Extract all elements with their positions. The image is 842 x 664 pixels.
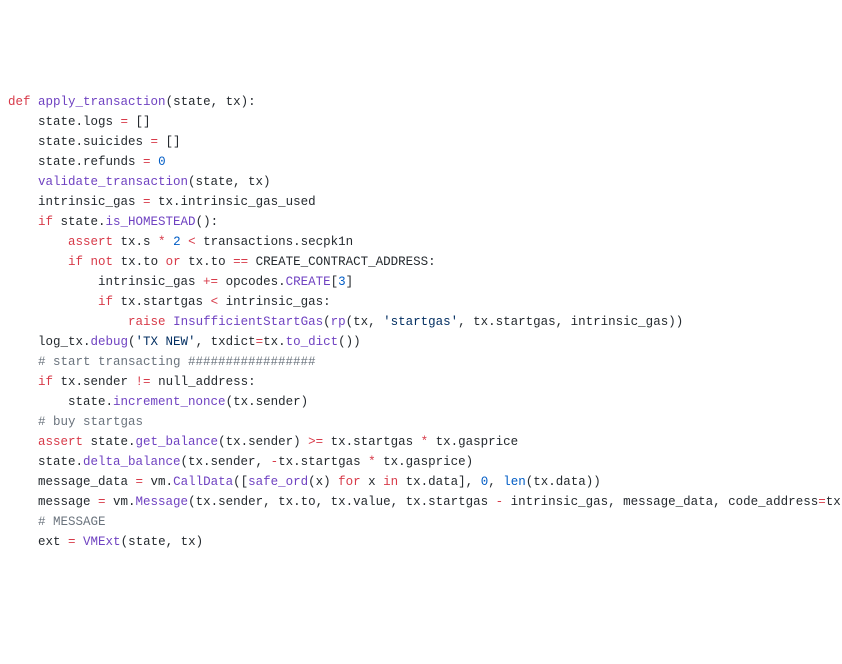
code-line: state.suicides = [] — [8, 132, 834, 152]
code-line: message = vm.Message(tx.sender, tx.to, t… — [8, 492, 834, 512]
code-comment: # start transacting ################# — [8, 352, 834, 372]
code-line: message_data = vm.CallData([safe_ord(x) … — [8, 472, 834, 492]
code-line: state.delta_balance(tx.sender, -tx.start… — [8, 452, 834, 472]
code-line: intrinsic_gas = tx.intrinsic_gas_used — [8, 192, 834, 212]
code-block: def apply_transaction(state, tx): state.… — [8, 92, 834, 552]
keyword-def: def — [8, 95, 31, 109]
code-line: raise InsufficientStartGas(rp(tx, 'start… — [8, 312, 834, 332]
code-line: log_tx.debug('TX NEW', txdict=tx.to_dict… — [8, 332, 834, 352]
code-line: state.increment_nonce(tx.sender) — [8, 392, 834, 412]
code-line: if tx.sender != null_address: — [8, 372, 834, 392]
code-line: validate_transaction(state, tx) — [8, 172, 834, 192]
code-line: assert tx.s * 2 < transactions.secpk1n — [8, 232, 834, 252]
code-line: assert state.get_balance(tx.sender) >= t… — [8, 432, 834, 452]
code-line: state.refunds = 0 — [8, 152, 834, 172]
function-name: apply_transaction — [38, 95, 166, 109]
code-line: if tx.startgas < intrinsic_gas: — [8, 292, 834, 312]
code-comment: # buy startgas — [8, 412, 834, 432]
code-line: if state.is_HOMESTEAD(): — [8, 212, 834, 232]
code-line: ext = VMExt(state, tx) — [8, 532, 834, 552]
code-line: if not tx.to or tx.to == CREATE_CONTRACT… — [8, 252, 834, 272]
code-line: intrinsic_gas += opcodes.CREATE[3] — [8, 272, 834, 292]
code-line: state.logs = [] — [8, 112, 834, 132]
code-line: def apply_transaction(state, tx): — [8, 92, 834, 112]
code-comment: # MESSAGE — [8, 512, 834, 532]
